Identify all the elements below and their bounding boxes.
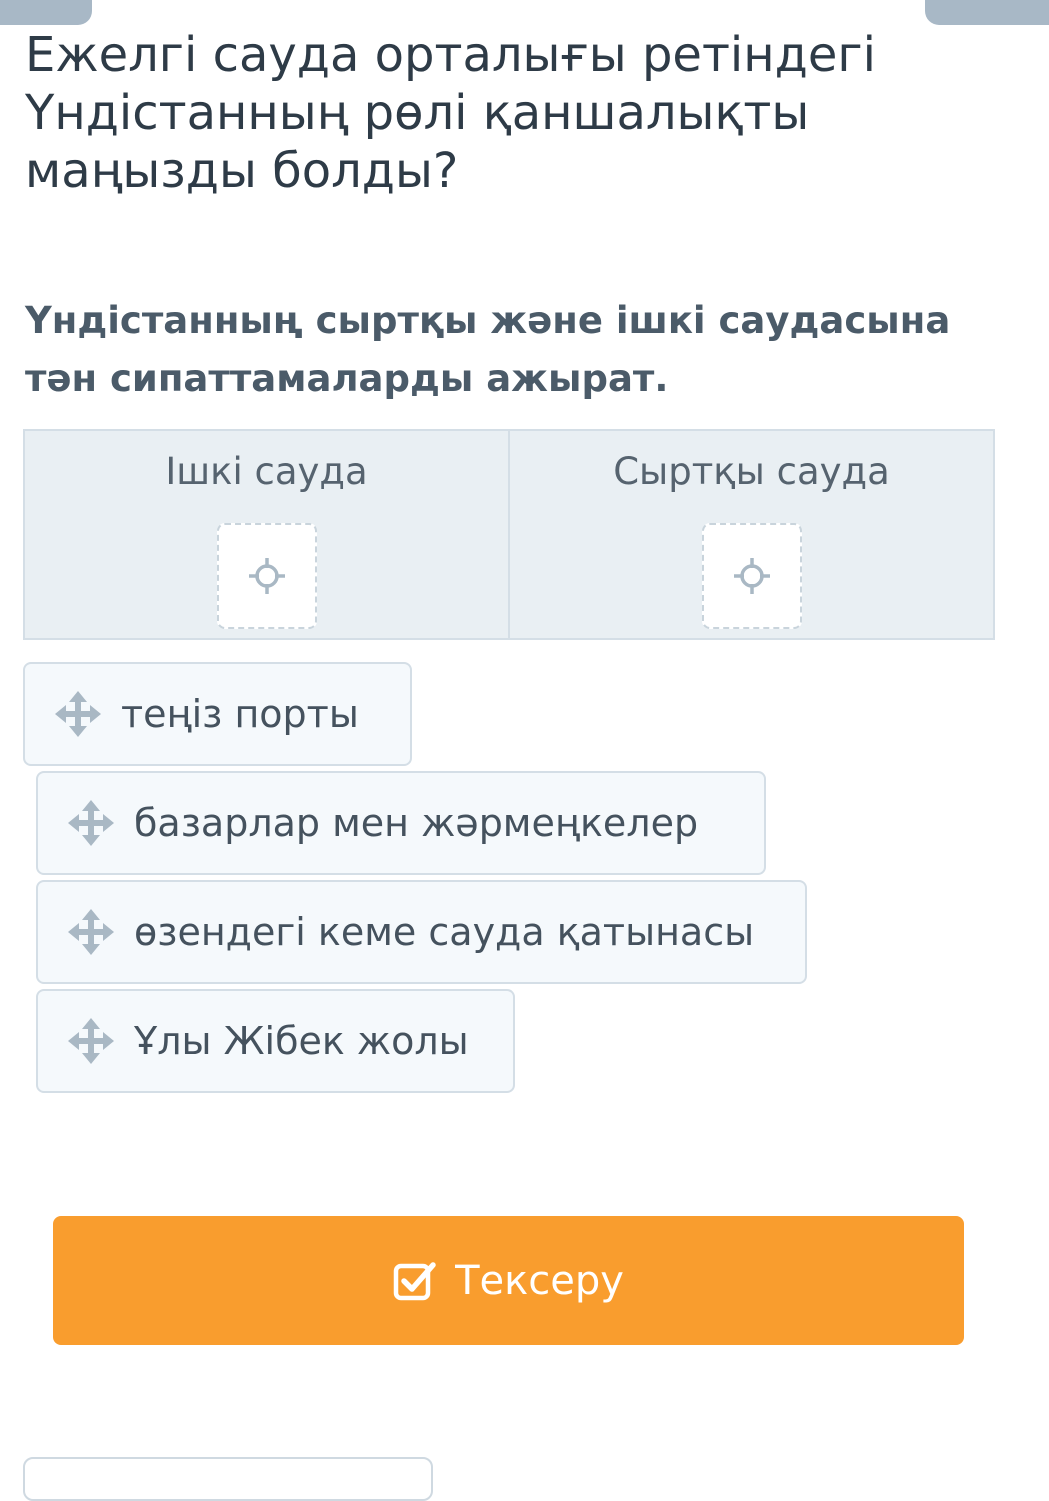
category-header: Сыртқы сауда [613, 450, 890, 493]
drag-item-silk-road[interactable]: Ұлы Жібек жолы [36, 989, 515, 1093]
drag-item-markets-fairs[interactable]: базарлар мен жәрмеңкелер [36, 771, 766, 875]
drag-item-sea-port[interactable]: теңіз порты [23, 662, 412, 766]
move-icon [68, 800, 114, 846]
drag-item-river-trade[interactable]: өзендегі кеме сауда қатынасы [36, 880, 807, 984]
category-header: Ішкі сауда [165, 450, 368, 493]
task-instruction: Үндістанның сыртқы және ішкі саудасына т… [25, 299, 951, 400]
target-icon [247, 556, 287, 596]
drop-zone-internal[interactable] [216, 523, 317, 629]
nav-tab-left[interactable] [0, 0, 92, 25]
category-column-external: Сыртқы сауда [508, 431, 993, 638]
target-icon [732, 556, 772, 596]
checkbox-check-icon [393, 1259, 437, 1303]
drag-item-label: өзендегі кеме сауда қатынасы [134, 910, 755, 954]
check-button[interactable]: Тексеру [53, 1216, 964, 1345]
page-title: Ежелгі сауда орталығы ретіндегі Үндістан… [25, 27, 876, 199]
drag-item-label: Ұлы Жібек жолы [134, 1019, 469, 1063]
drag-item-label: базарлар мен жәрмеңкелер [134, 801, 699, 845]
move-icon [68, 1018, 114, 1064]
category-table: Ішкі сауда Сыртқы сауда [23, 429, 995, 640]
move-icon [55, 691, 101, 737]
move-icon [68, 909, 114, 955]
drop-zone-external[interactable] [701, 523, 802, 629]
bottom-nav-button[interactable] [23, 1457, 433, 1501]
drag-item-label: теңіз порты [121, 692, 359, 736]
nav-tab-right[interactable] [925, 0, 1049, 25]
check-button-label: Тексеру [455, 1257, 624, 1304]
category-column-internal: Ішкі сауда [25, 431, 508, 638]
